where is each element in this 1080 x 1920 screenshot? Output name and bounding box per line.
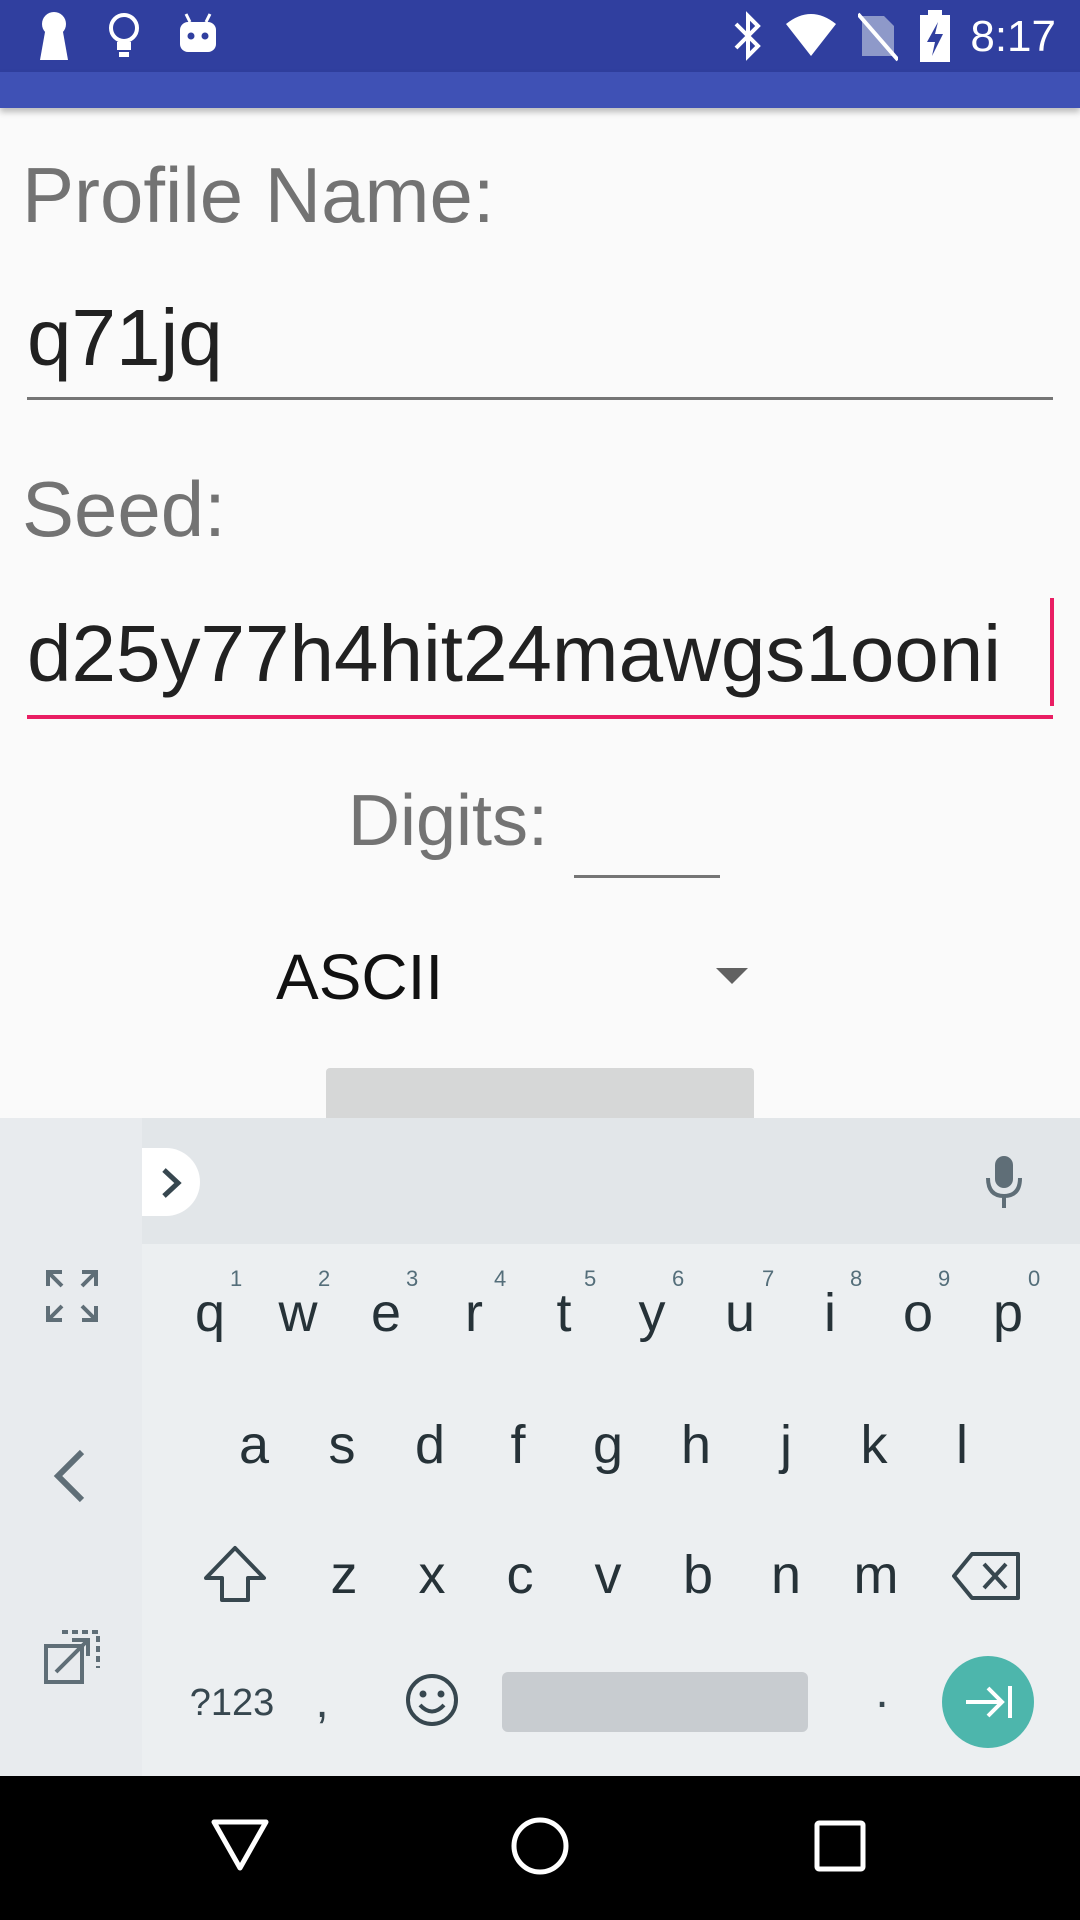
key-x[interactable]: x	[388, 1544, 476, 1606]
key-u-hint: 7	[762, 1266, 775, 1291]
key-s[interactable]: s	[298, 1414, 386, 1476]
tab-next-icon	[966, 1686, 1012, 1718]
clock: 8:17	[970, 12, 1056, 61]
seed-input[interactable]: d25y77h4hit24mawgs1ooni	[27, 608, 1053, 700]
no-sim-icon	[858, 12, 898, 62]
period-key[interactable]: .	[862, 1664, 902, 1719]
fullscreen-expand-icon[interactable]	[44, 1268, 100, 1324]
key-g[interactable]: g	[564, 1414, 652, 1476]
key-f[interactable]: f	[474, 1414, 562, 1476]
key-e-hint: 3	[406, 1266, 419, 1291]
profile-name-underline	[27, 397, 1053, 400]
expand-suggestions-button[interactable]	[142, 1148, 200, 1216]
key-n[interactable]: n	[742, 1544, 830, 1606]
digits-underline	[574, 875, 720, 878]
profile-name-label: Profile Name:	[22, 151, 495, 239]
keyboard: q w e r t y u i o p 1 2 3 4 5 6 7 8 9 0 …	[142, 1244, 1080, 1776]
home-icon[interactable]	[510, 1816, 570, 1876]
suggestion-strip	[142, 1118, 1080, 1244]
key-l[interactable]: l	[918, 1414, 1006, 1476]
recents-icon[interactable]	[814, 1820, 866, 1872]
key-m[interactable]: m	[832, 1544, 920, 1606]
key-o-hint: 9	[938, 1266, 951, 1291]
microphone-icon[interactable]	[984, 1154, 1024, 1210]
digits-input[interactable]	[574, 790, 720, 870]
profile-name-input[interactable]: q71jq	[27, 292, 1053, 384]
key-w-hint: 2	[318, 1266, 331, 1291]
enter-button[interactable]	[942, 1656, 1034, 1748]
encoding-spinner-value: ASCII	[276, 941, 444, 1013]
text-cursor	[1050, 598, 1054, 706]
dropdown-arrow-icon	[716, 968, 748, 984]
keyhole-icon	[40, 12, 68, 60]
seed-underline	[27, 715, 1053, 719]
seed-label: Seed:	[22, 465, 226, 553]
key-r-hint: 4	[494, 1266, 507, 1291]
key-b[interactable]: b	[654, 1544, 742, 1606]
key-d[interactable]: d	[386, 1414, 474, 1476]
key-a[interactable]: a	[210, 1414, 298, 1476]
key-i-hint: 8	[850, 1266, 863, 1291]
back-icon[interactable]	[210, 1816, 270, 1872]
key-t-hint: 5	[584, 1266, 597, 1291]
key-p-hint: 0	[1028, 1266, 1041, 1291]
key-q-hint: 1	[230, 1266, 243, 1291]
android-icon	[180, 13, 216, 52]
key-j[interactable]: j	[742, 1414, 830, 1476]
app-bar	[0, 72, 1080, 108]
comma-key[interactable]: ,	[302, 1674, 342, 1729]
key-v[interactable]: v	[564, 1544, 652, 1606]
key-h[interactable]: h	[652, 1414, 740, 1476]
key-k[interactable]: k	[830, 1414, 918, 1476]
key-z[interactable]: z	[300, 1544, 388, 1606]
lightbulb-icon	[109, 13, 139, 57]
digits-label: Digits:	[348, 781, 549, 861]
space-bar[interactable]	[502, 1672, 808, 1732]
keyboard-side-panel	[0, 1118, 144, 1776]
chevron-left-icon[interactable]	[52, 1448, 88, 1504]
floating-keyboard-icon[interactable]	[42, 1626, 102, 1686]
action-button[interactable]	[326, 1068, 754, 1120]
battery-charging-icon	[920, 10, 950, 62]
status-bar: 8:17	[0, 0, 1080, 72]
emoji-icon[interactable]	[404, 1672, 460, 1728]
symbols-key[interactable]: ?123	[182, 1682, 282, 1725]
navigation-bar	[0, 1776, 1080, 1920]
key-c[interactable]: c	[476, 1544, 564, 1606]
bluetooth-icon	[734, 11, 761, 61]
key-y-hint: 6	[672, 1266, 685, 1291]
shift-icon[interactable]	[202, 1544, 268, 1604]
wifi-icon	[786, 14, 836, 56]
backspace-icon[interactable]	[952, 1550, 1022, 1602]
chevron-right-icon	[162, 1168, 182, 1198]
